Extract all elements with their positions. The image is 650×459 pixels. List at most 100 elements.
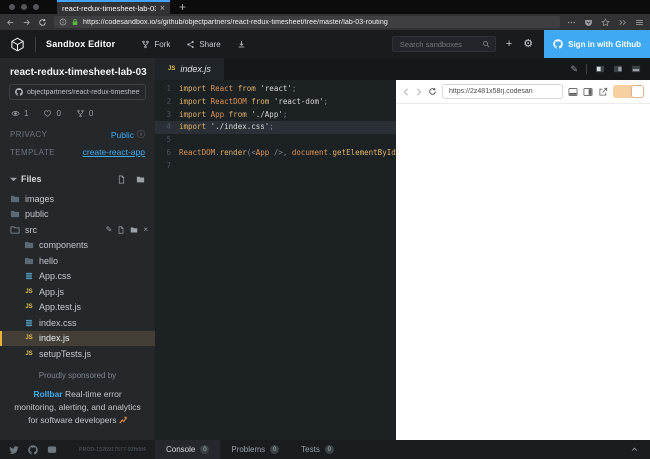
window-zoom-button[interactable]	[33, 4, 39, 10]
sponsor-link[interactable]: Rollbar	[33, 389, 62, 399]
repo-name: objectpartners/react-redux-timesheet	[27, 88, 140, 96]
file-tree-item-App.test.js[interactable]: JS App.test.js	[0, 300, 155, 316]
view-editor-icon[interactable]	[595, 64, 605, 74]
settings-gear-icon[interactable]: ⚙	[523, 38, 533, 50]
file-tree-item-App.js[interactable]: JS App.js	[0, 284, 155, 300]
site-info-icon[interactable]	[59, 18, 67, 26]
code-line[interactable]: 4 import './index.css';	[155, 121, 396, 135]
window-minimize-button[interactable]	[21, 4, 27, 10]
tests-tab[interactable]: Tests 0	[290, 440, 345, 459]
code-line[interactable]: 3 import App from './App';	[155, 109, 396, 122]
bookmark-star-icon[interactable]	[601, 17, 610, 27]
page-url: https://codesandbox.io/s/github/objectpa…	[83, 18, 388, 26]
search-icon	[482, 41, 490, 48]
preview-nav-bar	[396, 80, 650, 104]
line-number: 7	[166, 160, 171, 170]
template-link[interactable]: create-react-app	[83, 147, 145, 157]
split-panel-icon[interactable]	[583, 87, 593, 97]
file-tree-item-components[interactable]: components	[0, 238, 155, 254]
delete-icon[interactable]: ×	[143, 225, 148, 234]
file-name: components	[39, 240, 89, 251]
secure-lock-icon[interactable]	[71, 18, 79, 26]
forward-icon[interactable]	[22, 18, 31, 27]
signin-github-button[interactable]: Sign in with Github	[544, 30, 650, 58]
share-button[interactable]: Share	[186, 40, 221, 49]
new-sandbox-button[interactable]: +	[506, 38, 512, 50]
browser-tab[interactable]: react-redux-timesheet-lab-03 ×	[57, 0, 170, 14]
js-file-icon: JS	[168, 66, 176, 72]
editor-tab-indexjs[interactable]: JS index.js	[155, 58, 224, 80]
problems-tab[interactable]: Problems 0	[220, 440, 290, 459]
info-icon[interactable]: ⓘ	[137, 129, 145, 140]
preview-address-bar[interactable]	[442, 84, 563, 99]
new-tab-button[interactable]: +	[170, 0, 195, 14]
overflow-menu-icon[interactable]	[618, 18, 627, 27]
console-tab[interactable]: Console 0	[155, 440, 221, 459]
preview-back-icon[interactable]	[402, 87, 410, 96]
fork-button[interactable]: Fork	[141, 40, 170, 49]
edit-mode-icon[interactable]: ✎	[570, 64, 578, 74]
preview-forward-icon[interactable]	[415, 87, 423, 96]
preview-url-input[interactable]	[447, 87, 558, 96]
tab-close-icon[interactable]: ×	[160, 3, 165, 13]
line-number: 4	[166, 122, 171, 132]
view-preview-icon[interactable]	[631, 64, 641, 74]
open-external-icon[interactable]	[598, 87, 608, 97]
file-tree-item-setupTests.js[interactable]: JS setupTests.js	[0, 346, 155, 362]
file-tree-item-images[interactable]: images	[0, 191, 155, 207]
likes-stat[interactable]: 0	[43, 109, 61, 118]
download-icon	[238, 40, 244, 47]
sidebar-footer: PROD-1526917577-92fb5f4	[0, 440, 155, 459]
console-panel-icon[interactable]	[568, 87, 578, 97]
new-folder-icon[interactable]	[130, 226, 138, 234]
folder-open-icon	[10, 226, 20, 234]
chat-icon[interactable]	[47, 445, 57, 455]
github-icon	[15, 88, 23, 96]
forks-stat[interactable]: 0	[76, 109, 93, 118]
window-close-button[interactable]	[9, 4, 15, 10]
preview-refresh-icon[interactable]	[428, 87, 437, 96]
github-repo-badge[interactable]: objectpartners/react-redux-timesheet	[9, 84, 146, 100]
file-tree-item-App.css[interactable]: App.css	[0, 269, 155, 285]
file-tree-item-public[interactable]: public	[0, 207, 155, 223]
app-window: react-redux-timesheet-lab-03 × + https:/…	[0, 0, 650, 459]
back-icon[interactable]	[6, 18, 15, 27]
toggle-knob	[632, 86, 643, 97]
twitter-icon[interactable]	[9, 445, 19, 455]
file-tree-item-index.css[interactable]: index.css	[0, 315, 155, 331]
code-line[interactable]: 1 import React from 'react';	[155, 83, 396, 96]
reload-icon[interactable]	[38, 18, 47, 27]
search-input[interactable]	[397, 38, 478, 50]
code-line[interactable]: 5	[155, 134, 396, 147]
sponsor-block: Proudly sponsored by Rollbar Real-time e…	[0, 371, 155, 428]
preview-viewport[interactable]	[396, 104, 650, 440]
new-folder-icon[interactable]	[136, 175, 145, 184]
files-section-header[interactable]: Files	[0, 169, 155, 189]
file-name: src	[25, 224, 37, 235]
privacy-value[interactable]: Public ⓘ	[111, 129, 145, 140]
github-icon[interactable]	[28, 444, 38, 455]
heart-icon	[44, 110, 52, 117]
pocket-icon[interactable]	[584, 18, 593, 27]
file-tree-item-hello[interactable]: hello	[0, 253, 155, 269]
privacy-row: PRIVACY Public ⓘ	[0, 122, 155, 140]
code-line[interactable]: 7	[155, 160, 396, 173]
address-bar[interactable]: https://codesandbox.io/s/github/objectpa…	[54, 16, 560, 28]
live-preview-toggle[interactable]	[613, 85, 644, 98]
view-split-icon[interactable]	[613, 64, 623, 74]
new-file-icon[interactable]	[117, 226, 125, 234]
code-line[interactable]: 2 import ReactDOM from 'react-dom';	[155, 96, 396, 109]
collapse-panel-button[interactable]	[630, 440, 650, 459]
page-actions-icon[interactable]	[567, 18, 576, 27]
codesandbox-logo[interactable]	[10, 37, 25, 52]
code-line[interactable]: 6 ReactDOM. render (< App />, document. getEl…	[155, 147, 396, 160]
file-tree-item-index.js[interactable]: JS index.js	[0, 330, 155, 346]
hamburger-menu-icon[interactable]	[635, 18, 644, 27]
folder-icon	[10, 195, 20, 202]
code-editor[interactable]: 1 import React from 'react'; 2 import React…	[155, 80, 396, 440]
rename-icon[interactable]: ✎	[106, 225, 113, 234]
file-tree-item-src[interactable]: src ✎ ×	[0, 222, 155, 238]
new-file-icon[interactable]	[117, 174, 126, 184]
download-button[interactable]	[237, 40, 246, 49]
sandbox-search[interactable]	[391, 36, 496, 52]
